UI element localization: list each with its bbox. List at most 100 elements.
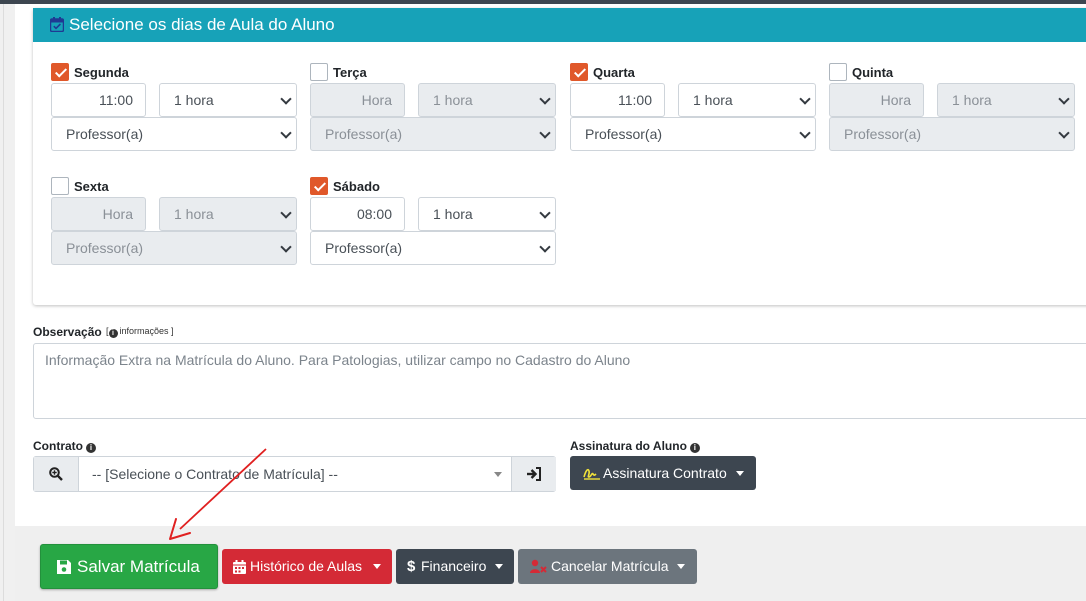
observacao-label: Observação <box>33 325 102 339</box>
caret-down-icon <box>494 472 502 477</box>
observacao-info[interactable]: [i informações ] <box>106 326 174 338</box>
chevron-down-icon <box>799 127 811 139</box>
card-title: Selecione os dias de Aula do Aluno <box>69 15 335 34</box>
chevron-down-icon <box>799 93 811 105</box>
chevron-down-icon <box>539 127 551 139</box>
checkbox-terca[interactable] <box>310 63 328 81</box>
calendar-icon <box>233 560 246 574</box>
chevron-down-icon <box>1058 93 1070 105</box>
day-segunda: Segunda 11:00 1 hora Professor(a) <box>51 63 297 183</box>
professor-value: Professor(a) <box>66 240 144 256</box>
checkbox-sexta[interactable] <box>51 177 69 195</box>
professor-value: Professor(a) <box>325 126 403 142</box>
chevron-down-icon <box>539 241 551 253</box>
caret-down-icon <box>677 564 685 569</box>
day-sabado: Sábado 08:00 1 hora Professor(a) <box>310 177 556 297</box>
duration-select-sabado[interactable]: 1 hora <box>418 197 556 231</box>
assinatura-label-text: Assinatura do Aluno <box>570 439 687 453</box>
chevron-down-icon <box>1058 127 1070 139</box>
professor-value: Professor(a) <box>844 126 922 142</box>
time-input-sexta[interactable]: Hora <box>51 197 146 231</box>
duration-select-quinta[interactable]: 1 hora <box>937 83 1075 117</box>
caret-down-icon <box>736 471 744 476</box>
contrato-label: Contrato i <box>33 439 96 453</box>
checkbox-quarta[interactable] <box>570 63 588 81</box>
day-terca: Terça Hora 1 hora Professor(a) <box>310 63 556 183</box>
contrato-select[interactable]: -- [Selecione o Contrato de Matrícula] -… <box>92 457 338 491</box>
day-quarta: Quarta 11:00 1 hora Professor(a) <box>570 63 816 183</box>
day-quinta: Quinta Hora 1 hora Professor(a) <box>829 63 1075 183</box>
info-text: informações ] <box>119 326 174 336</box>
chevron-down-icon <box>280 127 292 139</box>
contrato-search-button[interactable] <box>34 457 79 491</box>
cancelar-label: Cancelar Matrícula <box>551 558 669 574</box>
duration-select-sexta[interactable]: 1 hora <box>159 197 297 231</box>
duration-value: 1 hora <box>433 206 473 222</box>
duration-value: 1 hora <box>433 92 473 108</box>
professor-select-quinta[interactable]: Professor(a) <box>829 117 1075 151</box>
contrato-input-group: -- [Selecione o Contrato de Matrícula] -… <box>33 456 556 492</box>
signature-icon <box>583 468 600 480</box>
professor-value: Professor(a) <box>325 240 403 256</box>
time-input-quinta[interactable]: Hora <box>829 83 924 117</box>
historico-label: Histórico de Aulas <box>250 558 363 574</box>
professor-value: Professor(a) <box>66 126 144 142</box>
save-label: Salvar Matrícula <box>77 557 200 576</box>
day-label: Terça <box>333 65 367 80</box>
duration-select-terca[interactable]: 1 hora <box>418 83 556 117</box>
zoom-in-icon <box>49 467 63 481</box>
duration-value: 1 hora <box>174 92 214 108</box>
info-icon: i <box>86 443 96 453</box>
day-label: Segunda <box>74 65 129 80</box>
day-label: Quinta <box>852 65 894 80</box>
checkbox-segunda[interactable] <box>51 63 69 81</box>
contrato-label-text: Contrato <box>33 439 83 453</box>
caret-down-icon <box>373 564 381 569</box>
dollar-icon: $ <box>407 558 416 575</box>
contrato-enter-button[interactable] <box>511 457 556 491</box>
duration-select-segunda[interactable]: 1 hora <box>159 83 297 117</box>
assinatura-contrato-button[interactable]: Assinatura Contrato <box>570 456 756 490</box>
day-label: Quarta <box>593 65 635 80</box>
save-matricula-button[interactable]: Salvar Matrícula <box>40 544 218 589</box>
assinatura-button-label: Assinatura Contrato <box>603 465 727 481</box>
duration-value: 1 hora <box>952 92 992 108</box>
financeiro-label: Financeiro <box>421 558 487 574</box>
card-header: Selecione os dias de Aula do Aluno <box>33 8 1086 42</box>
day-sexta: Sexta Hora 1 hora Professor(a) <box>51 177 297 297</box>
calendar-check-icon <box>50 17 64 32</box>
historico-aulas-button[interactable]: Histórico de Aulas <box>222 549 392 584</box>
professor-select-segunda[interactable]: Professor(a) <box>51 117 297 151</box>
chevron-down-icon <box>280 241 292 253</box>
observacao-textarea[interactable]: Informação Extra na Matrícula do Aluno. … <box>33 343 1086 419</box>
checkbox-sabado[interactable] <box>310 177 328 195</box>
user-times-icon <box>530 559 547 573</box>
cancelar-matricula-button[interactable]: Cancelar Matrícula <box>518 549 697 584</box>
chevron-down-icon <box>280 93 292 105</box>
time-input-terca[interactable]: Hora <box>310 83 405 117</box>
professor-select-sabado[interactable]: Professor(a) <box>310 231 556 265</box>
professor-select-quarta[interactable]: Professor(a) <box>570 117 816 151</box>
sign-in-icon <box>527 467 541 481</box>
info-icon: i <box>108 329 118 338</box>
day-label: Sábado <box>333 179 380 194</box>
left-strip <box>0 4 15 601</box>
time-input-sabado[interactable]: 08:00 <box>310 197 405 231</box>
chevron-down-icon <box>539 93 551 105</box>
checkbox-quinta[interactable] <box>829 63 847 81</box>
duration-value: 1 hora <box>693 92 733 108</box>
financeiro-button[interactable]: $ Financeiro <box>396 549 514 584</box>
info-icon: i <box>689 443 700 453</box>
time-input-segunda[interactable]: 11:00 <box>51 83 146 117</box>
duration-select-quarta[interactable]: 1 hora <box>678 83 816 117</box>
time-input-quarta[interactable]: 11:00 <box>570 83 665 117</box>
duration-value: 1 hora <box>174 206 214 222</box>
chevron-down-icon <box>280 207 292 219</box>
floppy-disk-icon <box>57 560 71 574</box>
day-label: Sexta <box>74 179 109 194</box>
chevron-down-icon <box>539 207 551 219</box>
professor-value: Professor(a) <box>585 126 663 142</box>
caret-down-icon <box>495 564 503 569</box>
professor-select-sexta[interactable]: Professor(a) <box>51 231 297 265</box>
professor-select-terca[interactable]: Professor(a) <box>310 117 556 151</box>
